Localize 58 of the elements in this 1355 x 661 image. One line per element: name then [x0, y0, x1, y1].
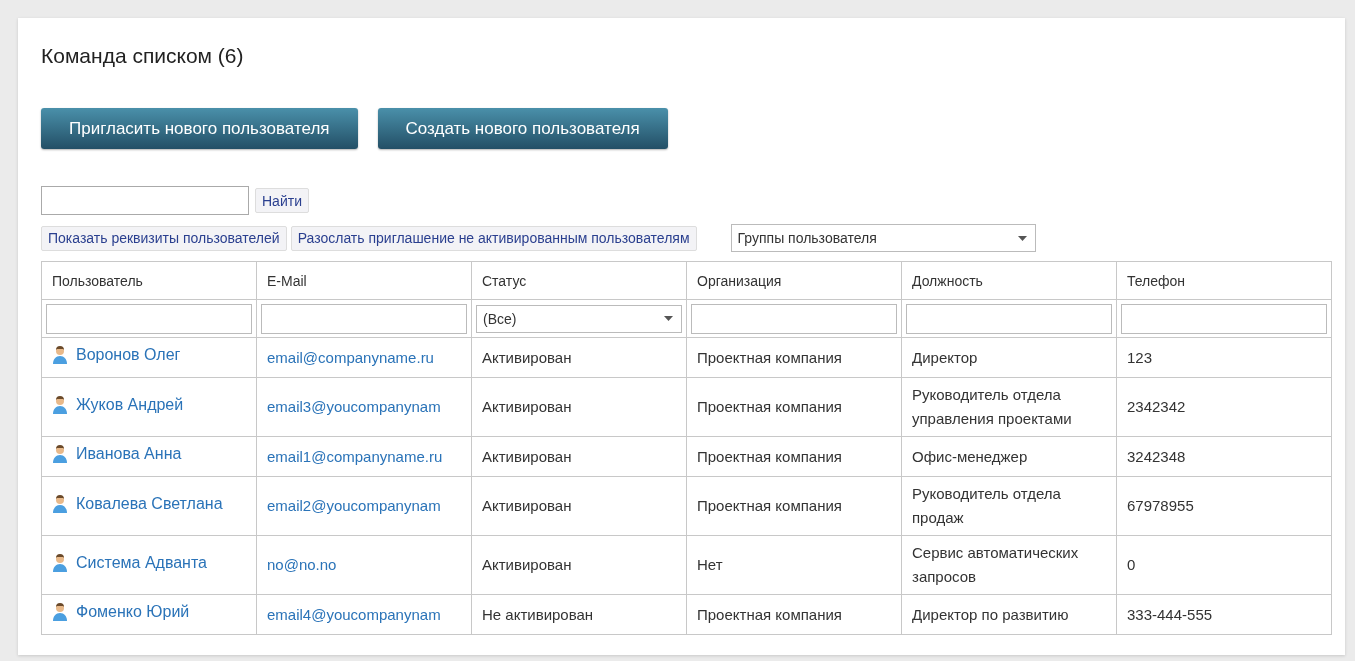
- table-cell: 0: [1127, 556, 1136, 573]
- email-text: email2@youcompanynam: [267, 497, 441, 514]
- action-button[interactable]: Пригласить нового пользователя: [41, 108, 358, 149]
- table-cell: Активирован: [482, 556, 572, 573]
- table-cell: Директор: [912, 348, 978, 366]
- group-dropdown[interactable]: Группы пользователя: [730, 224, 1036, 252]
- user-icon: [52, 602, 68, 622]
- action-button[interactable]: Создать нового пользователя: [377, 108, 668, 149]
- table-cell: Руководитель отдела продаж: [912, 485, 1061, 526]
- user-icon: [52, 394, 68, 415]
- filter-field[interactable]: [906, 303, 1112, 334]
- filter-field[interactable]: [261, 303, 467, 334]
- user-icon: [52, 444, 68, 464]
- email-text: email1@companyname.ru: [267, 447, 443, 465]
- caret-icon: [664, 316, 673, 321]
- table-cell: Руководитель отдела управления проектами: [912, 386, 1072, 427]
- table-cell: 3242348: [1127, 447, 1186, 465]
- table-cell: 67978955: [1127, 497, 1194, 514]
- link-button[interactable]: Показать реквизиты пользователей: [41, 225, 287, 251]
- email-text: email4@youcompanynam: [267, 605, 441, 623]
- table-cell: Активирован: [482, 447, 572, 465]
- email-text: email3@youcompanynam: [267, 398, 441, 415]
- table-cell: Проектная компания: [697, 447, 842, 465]
- table-cell: Нет: [697, 556, 723, 573]
- table-cell: Проектная компания: [697, 605, 842, 623]
- caret-icon: [1017, 235, 1027, 241]
- user-icon: [52, 345, 68, 365]
- email-text: no@no.no: [267, 556, 337, 573]
- table-cell: Офис-менеджер: [912, 447, 1028, 465]
- table-cell: Не активирован: [482, 605, 594, 623]
- search-button[interactable]: Найти: [255, 188, 309, 213]
- table-cell: Активирован: [482, 398, 572, 415]
- table-cell: 2342342: [1127, 398, 1186, 415]
- filter-field[interactable]: [1121, 303, 1327, 334]
- column-header: E-Mail: [256, 261, 472, 300]
- column-header: Телефон: [1116, 261, 1332, 300]
- filter-field[interactable]: [691, 303, 897, 334]
- link-button[interactable]: Разослать приглашение не активированным пользователям: [290, 225, 697, 251]
- table-cell: Активирован: [482, 348, 572, 366]
- table-cell: Сервис автоматических запросов: [912, 544, 1079, 585]
- filter-field[interactable]: [46, 303, 252, 334]
- user-icon: [52, 493, 68, 514]
- table-cell: 123: [1127, 348, 1153, 366]
- email-text: email@companyname.ru: [267, 348, 434, 366]
- table-cell: Проектная компания: [697, 497, 842, 514]
- filter-dropdown[interactable]: (Все): [476, 304, 682, 333]
- table-cell: Директор по развитию: [912, 605, 1069, 623]
- column-header: Должность: [901, 261, 1117, 300]
- column-header: Пользователь: [41, 261, 257, 300]
- search-field[interactable]: [41, 186, 249, 215]
- table-cell: Активирован: [482, 497, 572, 514]
- user-icon: [52, 552, 68, 573]
- table-cell: Проектная компания: [697, 398, 842, 415]
- table-cell: Проектная компания: [697, 348, 842, 366]
- column-header: Организация: [686, 261, 902, 300]
- page-title: Команда списком (6): [41, 44, 245, 68]
- column-header: Статус: [471, 261, 687, 300]
- table-cell: 333-444-555: [1127, 605, 1213, 623]
